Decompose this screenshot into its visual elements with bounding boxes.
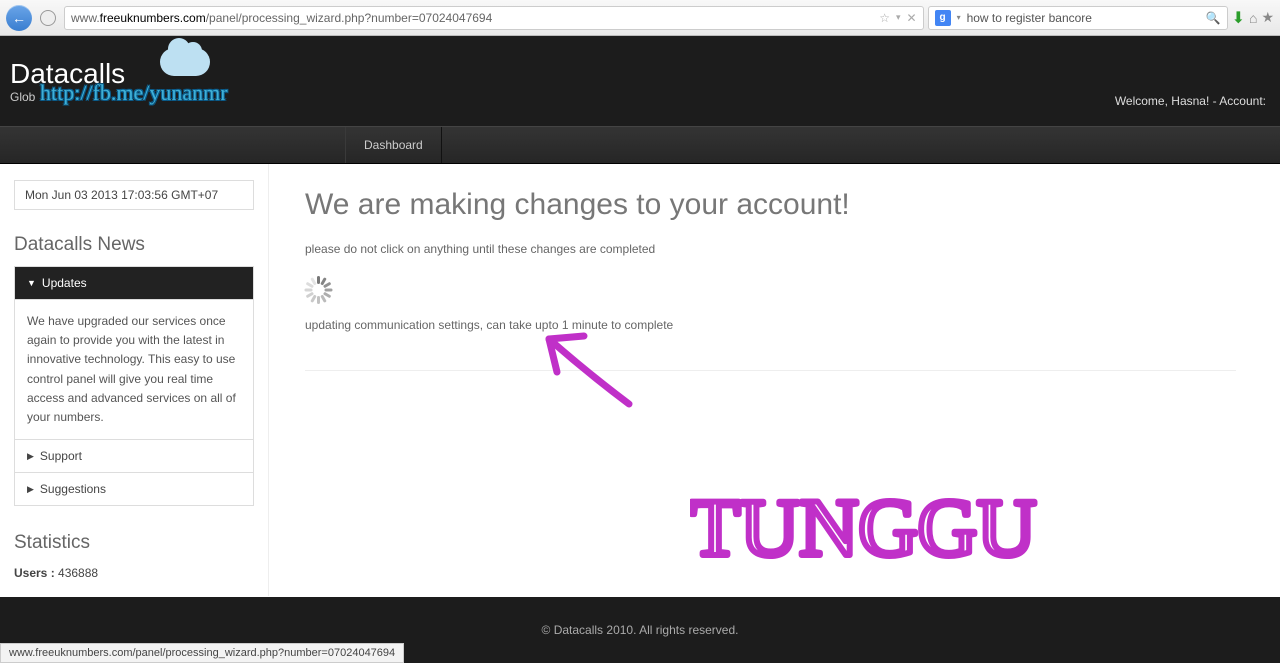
url-path: /panel/processing_wizard.php?number=0702… <box>206 11 493 25</box>
accordion-updates-body: We have upgraded our services once again… <box>15 299 253 439</box>
url-domain: freeuknumbers.com <box>100 11 206 25</box>
stats-users: Users : 436888 <box>14 566 254 580</box>
nav-dashboard[interactable]: Dashboard <box>345 127 442 163</box>
stats-title: Statistics <box>14 532 254 554</box>
datetime-display: Mon Jun 03 2013 17:03:56 GMT+07 <box>14 180 254 210</box>
bookmarks-icon[interactable]: ★ <box>1261 9 1274 26</box>
accordion-updates[interactable]: ▼ Updates <box>15 267 253 299</box>
logo[interactable]: Datacalls Glob <box>0 58 125 104</box>
stats-users-value: 436888 <box>58 566 98 580</box>
nav-spacer <box>0 127 345 163</box>
accordion-suggestions[interactable]: ▶ Suggestions <box>15 472 253 505</box>
close-icon[interactable]: ✕ <box>907 11 917 25</box>
bookmark-star-icon[interactable]: ☆ <box>879 11 890 25</box>
chevron-down-icon: ▼ <box>27 278 36 288</box>
page-title: We are making changes to your account! <box>305 188 1256 222</box>
logo-sub: Glob <box>10 90 125 104</box>
logo-main: Datacalls <box>10 58 125 90</box>
chevron-right-icon: ▶ <box>27 451 34 462</box>
home-icon[interactable]: ⌂ <box>1249 10 1257 26</box>
download-icon[interactable]: ⬇ <box>1232 8 1245 28</box>
accordion-updates-label: Updates <box>42 276 87 290</box>
search-dropdown-icon[interactable]: ▾ <box>957 13 961 22</box>
update-message: updating communication settings, can tak… <box>305 318 1256 332</box>
page-body: Mon Jun 03 2013 17:03:56 GMT+07 Datacall… <box>0 164 1280 596</box>
arrow-left-icon: ← <box>12 10 26 26</box>
news-title: Datacalls News <box>14 234 254 256</box>
accordion-support[interactable]: ▶ Support <box>15 439 253 472</box>
dropdown-icon[interactable]: ▾ <box>896 12 901 23</box>
google-icon: g <box>935 10 951 26</box>
annotation-arrow <box>529 324 649 414</box>
address-bar[interactable]: www.freeuknumbers.com/panel/processing_w… <box>64 6 924 30</box>
welcome-text: Welcome, Hasna! - Account: <box>1115 94 1266 108</box>
search-value: how to register bancore <box>967 11 1092 25</box>
divider <box>305 370 1236 371</box>
search-box[interactable]: g ▾ how to register bancore 🔍 <box>928 6 1228 30</box>
back-button[interactable]: ← <box>6 5 32 31</box>
accordion-support-label: Support <box>40 449 82 463</box>
accordion-suggestions-label: Suggestions <box>40 482 106 496</box>
globe-icon <box>40 10 56 26</box>
cloud-icon <box>160 48 210 76</box>
chevron-right-icon: ▶ <box>27 484 34 495</box>
copyright: © Datacalls 2010. All rights reserved. <box>542 623 739 637</box>
url-prefix: www. <box>71 11 100 25</box>
browser-toolbar: ← www.freeuknumbers.com/panel/processing… <box>0 0 1280 36</box>
news-accordion: ▼ Updates We have upgraded our services … <box>14 266 254 506</box>
sidebar: Mon Jun 03 2013 17:03:56 GMT+07 Datacall… <box>0 164 268 596</box>
stats-users-label: Users : <box>14 566 58 580</box>
page-subtitle: please do not click on anything until th… <box>305 242 1256 256</box>
main-content: We are making changes to your account! p… <box>268 164 1280 596</box>
search-icon[interactable]: 🔍 <box>1206 11 1221 25</box>
main-nav: Dashboard <box>0 126 1280 164</box>
loading-spinner-icon <box>305 276 333 304</box>
browser-status-bar: www.freeuknumbers.com/panel/processing_w… <box>0 643 404 663</box>
